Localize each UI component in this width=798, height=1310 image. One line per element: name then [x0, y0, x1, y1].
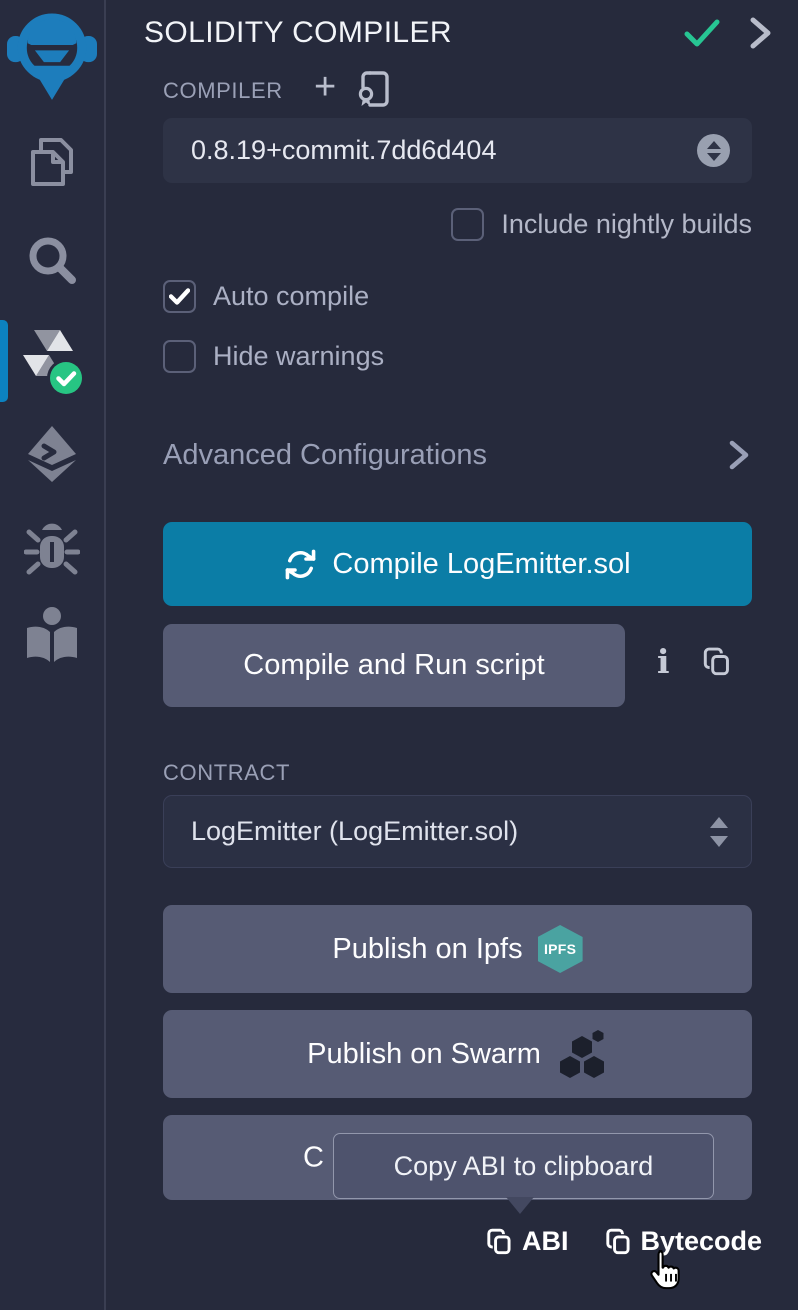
publish-ipfs-label: Publish on Ipfs	[332, 933, 522, 966]
solidity-compiler-icon	[14, 328, 90, 400]
solidity-compiler-panel: SOLIDITY COMPILER COMPILER + 0.8.19+comm…	[106, 0, 798, 1310]
compiler-section-label: COMPILER	[163, 78, 283, 104]
publish-swarm-label: Publish on Swarm	[307, 1038, 541, 1071]
advanced-configurations-label: Advanced Configurations	[163, 439, 487, 472]
compiler-version-select[interactable]: 0.8.19+commit.7dd6d404	[163, 118, 752, 183]
copy-abi-link[interactable]: ABI	[486, 1226, 569, 1257]
sidebar-item-solidity-compiler[interactable]	[0, 328, 104, 400]
ipfs-logo-icon: IPFS	[538, 925, 583, 973]
debugger-icon	[24, 520, 80, 578]
auto-compile-row: Auto compile	[163, 280, 369, 313]
icon-sidebar	[0, 0, 106, 1310]
file-explorer-icon	[25, 136, 79, 190]
contract-select-value: LogEmitter (LogEmitter.sol)	[191, 816, 707, 847]
plugin-manager-icon	[23, 606, 81, 666]
remix-logo[interactable]	[0, 6, 104, 102]
chevron-right-icon	[726, 438, 752, 472]
compile-and-run-label: Compile and Run script	[243, 649, 544, 682]
copy-icon	[486, 1227, 513, 1257]
include-nightly-label: Include nightly builds	[501, 209, 752, 240]
version-select-arrows-icon	[697, 134, 730, 167]
compile-success-check-icon	[684, 18, 720, 48]
compilation-details-visible-text: C	[303, 1141, 324, 1174]
info-icon[interactable]: i	[657, 642, 670, 681]
tooltip-caret	[506, 1197, 534, 1214]
publish-swarm-button[interactable]: Publish on Swarm	[163, 1010, 752, 1098]
contract-select-arrows-icon	[707, 815, 731, 849]
copy-abi-tooltip-text: Copy ABI to clipboard	[394, 1151, 654, 1182]
compile-button-label: Compile LogEmitter.sol	[332, 548, 630, 581]
hide-warnings-checkbox[interactable]	[163, 340, 196, 373]
hide-warnings-label: Hide warnings	[213, 341, 384, 372]
hide-warnings-row: Hide warnings	[163, 340, 384, 373]
contract-select[interactable]: LogEmitter (LogEmitter.sol)	[163, 795, 752, 868]
contract-section-label: CONTRACT	[163, 760, 290, 786]
copy-artifacts-row: ABI Bytecode	[486, 1226, 762, 1257]
copy-abi-tooltip: Copy ABI to clipboard	[333, 1133, 714, 1199]
panel-expand-chevron-icon[interactable]	[746, 16, 774, 50]
compiler-version-value: 0.8.19+commit.7dd6d404	[191, 135, 697, 166]
refresh-icon	[284, 548, 317, 581]
abi-label: ABI	[522, 1226, 569, 1257]
auto-compile-checkbox[interactable]	[163, 280, 196, 313]
deploy-run-icon	[24, 424, 80, 484]
include-nightly-checkbox[interactable]	[451, 208, 484, 241]
checkbox-check-icon	[169, 288, 190, 305]
advanced-configurations-toggle[interactable]: Advanced Configurations	[163, 438, 752, 472]
copy-script-icon[interactable]	[702, 646, 732, 678]
copy-icon	[605, 1227, 632, 1257]
include-nightly-row: Include nightly builds	[451, 208, 752, 241]
publish-ipfs-button[interactable]: Publish on Ipfs IPFS	[163, 905, 752, 993]
auto-compile-label: Auto compile	[213, 281, 369, 312]
sidebar-item-deploy-run[interactable]	[0, 424, 104, 484]
compiler-license-icon[interactable]	[358, 70, 392, 108]
sidebar-item-search[interactable]	[0, 232, 104, 288]
sidebar-item-file-explorer[interactable]	[0, 136, 104, 190]
add-compiler-icon[interactable]: +	[314, 68, 336, 106]
remix-ide: SOLIDITY COMPILER COMPILER + 0.8.19+comm…	[0, 0, 798, 1310]
search-icon	[24, 232, 80, 288]
sidebar-item-plugin-manager[interactable]	[0, 606, 104, 666]
page-title: SOLIDITY COMPILER	[144, 16, 452, 50]
compile-button[interactable]: Compile LogEmitter.sol	[163, 522, 752, 606]
remix-logo-icon	[7, 6, 97, 102]
sidebar-item-debugger[interactable]	[0, 520, 104, 578]
mouse-cursor-pointer	[642, 1248, 684, 1296]
swarm-logo-icon	[556, 1028, 608, 1080]
compile-and-run-button[interactable]: Compile and Run script	[163, 624, 625, 707]
